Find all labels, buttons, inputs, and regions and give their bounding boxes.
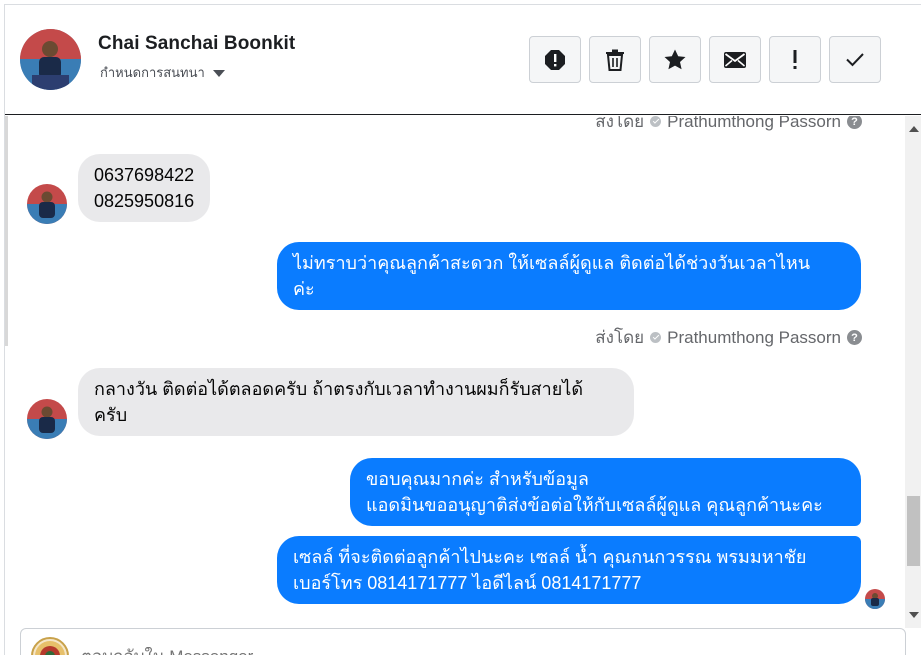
assign-conversation-label: กำหนดการสนทนา [100,65,205,80]
check-icon [846,53,864,67]
trash-icon [606,49,624,71]
reply-input[interactable] [81,647,781,655]
contact-name: Chai Sanchai Boonkit [98,33,296,54]
thread-scrollbar[interactable] [905,116,921,628]
contact-message-avatar[interactable] [27,184,67,224]
conversation-panel: Chai Sanchai Boonkit กำหนดการสนทนา ส่งโด… [4,4,921,655]
verified-icon [650,332,662,343]
seen-avatar [865,589,885,609]
delete-button[interactable] [589,36,641,83]
reply-composer [20,628,906,655]
sender-name[interactable]: Prathumthong Passorn [667,328,841,348]
scroll-up-icon[interactable] [909,126,919,132]
sent-by-prefix: ส่งโดย [595,116,645,131]
star-icon [664,49,686,70]
scroll-thumb[interactable] [907,496,920,566]
conversation-header: Chai Sanchai Boonkit กำหนดการสนทนา [5,5,921,115]
message-bubble-incoming[interactable]: กลางวัน ติดต่อได้ตลอดครับ ถ้าตรงกับเวลาท… [78,368,634,436]
message-bubble-incoming[interactable]: 0637698422 0825950816 [78,154,211,222]
done-button[interactable] [829,36,881,83]
scroll-down-icon[interactable] [909,612,919,618]
sent-by-label: ส่งโดย Prathumthong Passorn ? [595,116,862,135]
page-avatar [31,637,69,655]
message-bubble-outgoing[interactable]: ขอบคุณมากค่ะ สำหรับข้อมูล แอดมินขออนุญาต… [350,458,861,526]
spam-button[interactable] [529,36,581,83]
sender-name[interactable]: Prathumthong Passorn [667,116,841,132]
contact-avatar[interactable] [20,29,81,90]
mark-unread-button[interactable] [709,36,761,83]
envelope-icon [724,51,746,68]
follow-up-button[interactable] [769,36,821,83]
star-button[interactable] [649,36,701,83]
message-bubble-outgoing[interactable]: เซลล์ ที่จะติดต่อลูกค้าไปนะคะ เซลล์ น้ำ … [277,536,861,604]
exclamation-icon [793,49,797,69]
help-icon[interactable]: ? [847,116,862,129]
sent-by-label: ส่งโดย Prathumthong Passorn ? [595,324,862,351]
panel-edge [5,116,8,346]
message-thread: ส่งโดย Prathumthong Passorn ? 0637698422… [5,116,921,628]
alert-octagon-icon [545,49,565,70]
caret-down-icon [212,70,225,77]
header-actions [529,36,881,83]
help-icon[interactable]: ? [847,330,862,345]
contact-message-avatar[interactable] [27,399,67,439]
verified-icon [650,116,662,127]
assign-conversation-dropdown[interactable]: กำหนดการสนทนา [100,62,225,83]
message-bubble-outgoing[interactable]: ไม่ทราบว่าคุณลูกค้าสะดวก ให้เซลล์ผู้ดูแล… [277,242,861,310]
sent-by-prefix: ส่งโดย [595,328,645,347]
